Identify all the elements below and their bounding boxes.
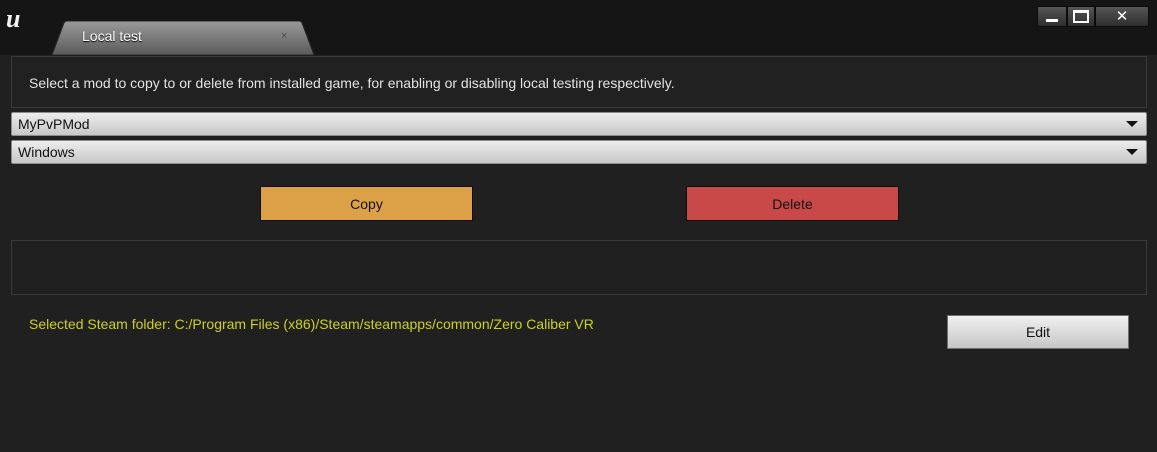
minimize-icon [1046,19,1058,22]
tab-local-test[interactable]: Local test × [52,21,314,55]
log-output-box [11,240,1147,295]
edit-button[interactable]: Edit [947,315,1129,349]
instructions-box: Select a mod to copy to or delete from i… [11,56,1147,108]
steam-folder-label: Selected Steam folder: C:/Program Files … [29,316,594,332]
mod-select[interactable]: MyPvPMod [11,112,1147,136]
minimize-button[interactable] [1037,6,1067,27]
platform-select-value: Windows [18,144,75,160]
close-icon: ✕ [1115,8,1129,25]
title-bar: u Local test × ✕ [0,0,1157,55]
tab-label: Local test [82,28,142,44]
maximize-button[interactable] [1067,6,1095,27]
copy-button[interactable]: Copy [260,186,473,221]
mod-select-value: MyPvPMod [18,116,90,132]
maximize-icon [1073,10,1089,23]
platform-select[interactable]: Windows [11,140,1147,164]
unreal-logo-icon: u [6,4,21,33]
window-controls: ✕ [1037,6,1151,27]
close-button[interactable]: ✕ [1095,6,1149,27]
tab-close-icon[interactable]: × [281,30,287,42]
main-panel: Select a mod to copy to or delete from i… [0,55,1157,452]
chevron-down-icon [1126,121,1138,127]
chevron-down-icon [1126,149,1138,155]
delete-button[interactable]: Delete [686,186,899,221]
instructions-text: Select a mod to copy to or delete from i… [29,75,675,91]
